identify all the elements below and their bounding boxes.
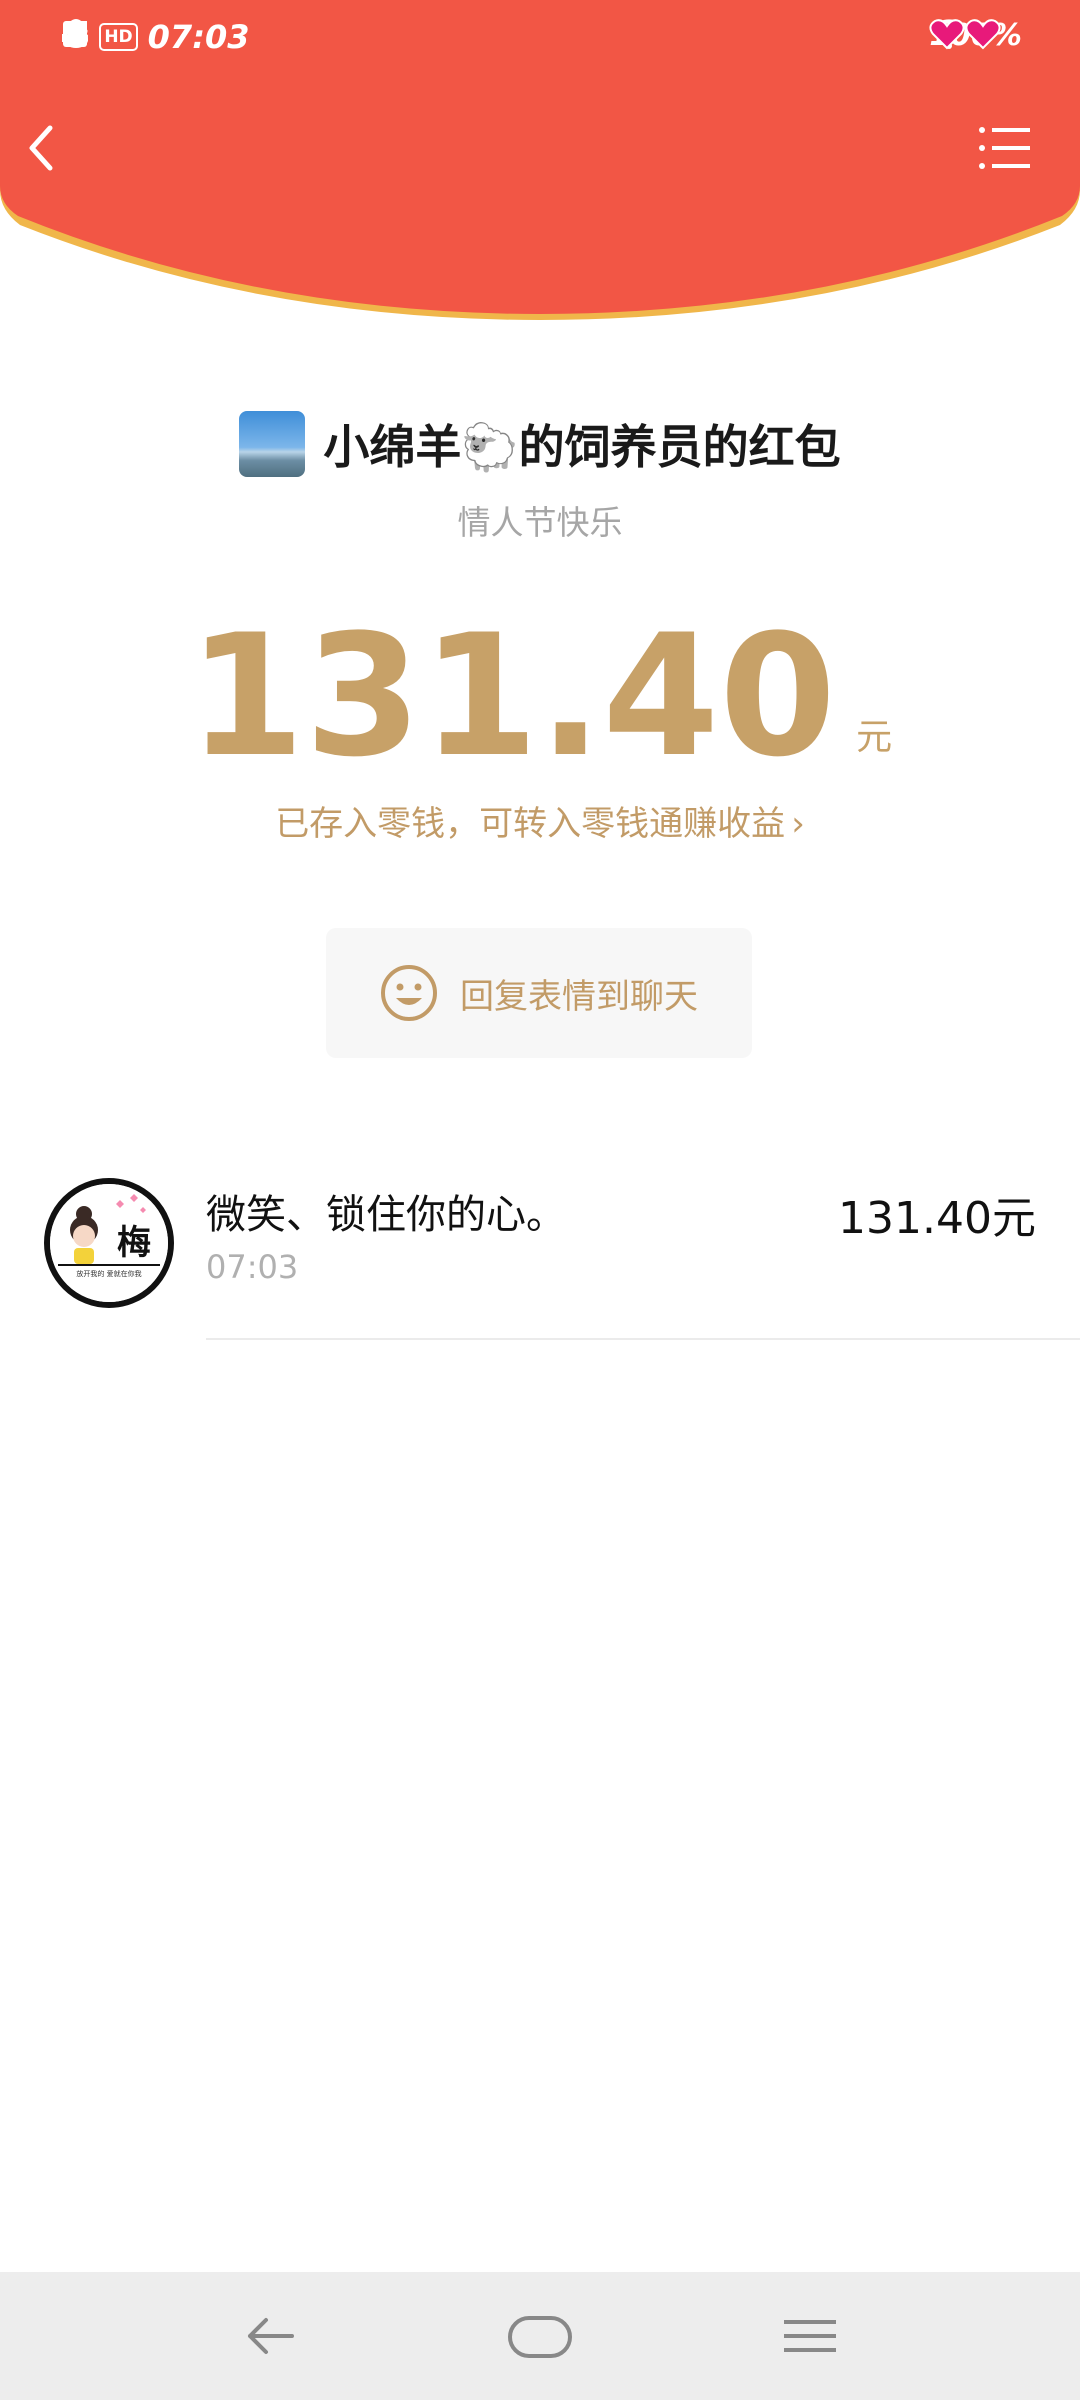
qq-penguin-icon [64,19,88,48]
status-time: 07:03 [147,18,250,56]
amount-row: 131.40 元 [0,600,1080,780]
list-icon [979,127,1030,169]
reply-button-label: 回复表情到聊天 [460,976,698,1017]
blessing-text: 情人节快乐 [457,503,623,542]
receiver-name: 微笑、锁住你的心。 [206,1192,566,1238]
receiver-row[interactable]: 梅 放开我的 爱就在你我 微笑、锁住你的心。 07:03 131.40元 [0,1160,1080,1340]
sender-avatar [239,411,306,477]
chevron-left-icon [29,125,53,171]
row-divider [206,1338,1080,1340]
reply-sticker-button[interactable]: 回复表情到聊天 [326,928,752,1058]
chevron-right-icon: › [791,804,805,844]
back-button[interactable] [14,118,74,178]
receiver-time: 07:03 [206,1248,299,1286]
sender-row: 小绵羊🐑的饲养员的红包 [0,404,1080,484]
menu-lines-icon [784,2320,836,2352]
sender-name: 小绵羊🐑的饲养员的红包 [323,420,841,474]
system-navigation-bar [0,2272,1080,2400]
nav-back-button[interactable] [240,2306,300,2366]
amount-value: 131.40 [187,598,837,794]
home-pill-icon [508,2316,572,2358]
back-arrow-icon [248,2318,294,2354]
status-bar: 4G HD 07:03 [0,0,1080,80]
receiver-avatar: 梅 放开我的 爱就在你我 [44,1178,174,1308]
red-packet-header: 4G HD 07:03 [0,0,1080,330]
receiver-avatar-caption: 放开我的 爱就在你我 [76,1269,141,1278]
hd-badge: HD [99,23,138,51]
nav-home-button[interactable] [506,2306,574,2366]
receiver-amount: 131.40元 [838,1193,1036,1244]
smiley-icon [381,965,437,1021]
change-note-text: 已存入零钱，可转入零钱通赚收益 [275,804,786,844]
menu-button[interactable] [974,118,1034,178]
nav-recents-button[interactable] [780,2306,840,2366]
receiver-avatar-char: 梅 [117,1223,151,1263]
change-note-link[interactable]: 已存入零钱，可转入零钱通赚收益 › [0,796,1080,845]
amount-unit: 元 [856,717,893,758]
hearts-battery-icon [929,19,1001,50]
